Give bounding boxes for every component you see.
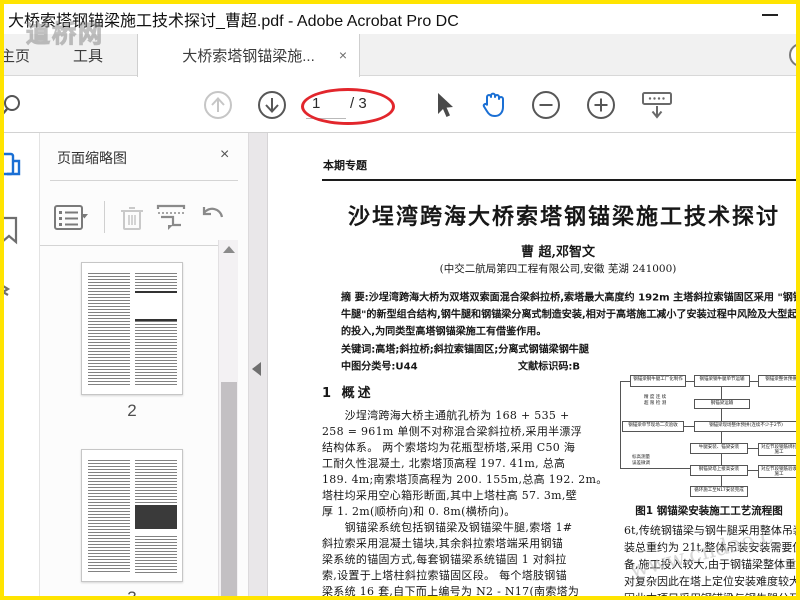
flow-node: 对应节段钢筋绑扎施工 <box>758 443 800 456</box>
clc-number: 中图分类号:U44 <box>341 360 418 373</box>
panel-toolbar <box>40 193 248 245</box>
panel-close-icon[interactable]: × <box>220 146 229 164</box>
flow-node: 钢锚梁运输 <box>694 399 750 409</box>
flow-node: 钢锚梁单节现场二次验收 <box>622 421 684 432</box>
account-icon[interactable] <box>789 43 800 67</box>
abstract-line: 的投入,为同类型高塔钢锚梁施工有借鉴作用。 <box>341 325 547 338</box>
body-line: 沙埕湾跨海大桥主通航孔桥为 168 + 535 + <box>322 409 570 422</box>
document-page[interactable]: 本期专题 沙埕湾跨海大桥索塔钢锚梁施工技术探讨 曹 超,邓智文 (中交二航局第四… <box>268 133 800 600</box>
next-page-icon[interactable] <box>257 90 287 120</box>
scrollbar-thumb[interactable] <box>221 382 237 600</box>
navigation-pane-strip <box>0 133 40 600</box>
thumbnail-page-3-label: 3 <box>127 588 137 600</box>
panel-title: 页面缩略图 <box>57 150 127 166</box>
body-line: 6t,传统钢锚梁与钢牛腿采用整体吊装进行安 <box>624 524 800 537</box>
zoom-out-icon[interactable] <box>531 90 561 120</box>
paper-authors: 曹 超,邓智文 <box>520 245 596 260</box>
thumbnail-page-2-label: 2 <box>127 401 137 420</box>
flow-node: 钢锚梁钢牛腿工厂化制作 <box>630 375 686 387</box>
paper-title: 沙埕湾跨海大桥索塔钢锚梁施工技术探讨 <box>348 204 781 230</box>
figure-1-caption: 图1 钢锚梁安装施工工艺流程图 <box>635 505 783 517</box>
body-line: 工耐久性混凝土, 北索塔顶高程 197. 41m, 总高 <box>322 457 566 470</box>
body-line: 塔柱均采用空心箱形断面,其中上塔柱高 57. 3m,壁 <box>322 489 578 502</box>
collapse-panel-icon[interactable] <box>252 362 261 376</box>
bookmarks-pane-icon[interactable] <box>0 215 22 245</box>
body-line: 梁系统 16 套,自下而上编号为 N2 - N17(南索塔为 <box>322 585 580 598</box>
select-tool-icon[interactable] <box>428 90 458 120</box>
flow-node: 钢锚梁现场整体预拼(连续不少于2节) <box>694 421 798 432</box>
tab-document-label: 大桥索塔钢锚梁施... <box>182 48 315 65</box>
delete-pages-icon[interactable] <box>118 203 146 233</box>
titlebar-watermark: 道桥网 <box>26 21 104 49</box>
flow-node: 钢锚梁钢牛腿单节运输 <box>694 375 750 387</box>
tab-bar: 主页 工具 大桥索塔钢锚梁施... × <box>0 34 800 77</box>
column-topic: 本期专题 <box>323 159 367 172</box>
abstract-line: 牛腿"的新型组合结构,钢牛腿和钢锚梁分离式制造安装,相对于高塔施工减小了安装过程… <box>341 308 800 321</box>
body-line: 因此本项目采用钢锚梁与钢牛腿分开制作、运 <box>624 592 800 600</box>
previous-page-icon[interactable] <box>203 90 233 120</box>
section-1-heading: 1 概述 <box>322 386 374 401</box>
body-line: 结构体系。 两个索塔均为花瓶型桥塔,采用 C50 海 <box>322 441 576 454</box>
figure-1-flowchart: 钢锚梁钢牛腿工厂化制作 钢锚梁钢牛腿单节运输 钢锚梁整体预拼 精 度 连 续 超… <box>618 373 800 499</box>
extract-pages-icon[interactable] <box>155 203 187 233</box>
body-line: 厚 1. 2m(顺桥向)和 0. 8m(横桥向)。 <box>322 505 516 518</box>
flow-node: 钢锚梁整体预拼 <box>758 375 800 387</box>
minimize-button[interactable] <box>762 14 778 16</box>
thumbnails-scrollbar[interactable] <box>218 240 238 600</box>
title-bar: 大桥索塔钢锚梁施工技术探讨_曹超.pdf - Adobe Acrobat Pro… <box>0 0 800 34</box>
zoom-in-icon[interactable] <box>586 90 616 120</box>
hand-tool-icon[interactable] <box>478 90 508 120</box>
header-rule <box>322 179 800 181</box>
body-line: 钢锚梁系统包括钢锚梁及钢锚梁牛腿,索塔 1# <box>322 521 573 534</box>
body-line: 斜拉索采用混凝土锚块,其余斜拉索塔端采用钢锚 <box>322 537 564 550</box>
thumbnail-options-icon[interactable] <box>54 205 94 231</box>
tab-close-icon[interactable]: × <box>339 47 347 63</box>
rotate-pages-icon[interactable] <box>198 203 228 233</box>
flow-side-label: 标高测量 误差微调 <box>632 455 650 466</box>
keywords-line: 关键词:高塔;斜拉桥;斜拉索锚固区;分离式钢锚梁钢牛腿 <box>341 343 589 356</box>
scrollbar-up-icon[interactable] <box>223 246 235 253</box>
body-line: 梁系统的锚固方式,每套钢锚梁系统锚固 1 对斜拉 <box>322 553 567 566</box>
page-thumbnails-panel: 页面缩略图 × 2 3 <box>40 133 248 600</box>
flow-node: 循环施工至N17安装完成 <box>690 486 748 497</box>
doc-code: 文献标识码:B <box>518 360 581 373</box>
flow-node: 牛腿安装、锚梁安装 <box>690 443 748 454</box>
body-line: 258 = 961m 单侧不对称混合梁斜拉桥,采用半漂浮 <box>322 425 583 438</box>
thumbnail-page-2[interactable] <box>81 262 183 395</box>
page-thumbnails-pane-icon[interactable] <box>0 151 24 181</box>
body-line: 索,设置于上塔柱斜拉索锚固区段。 每个塔肢钢锚 <box>322 569 567 582</box>
paper-affiliation: (中交二航局第四工程有限公司,安徽 芜湖 241000) <box>439 263 677 275</box>
body-line: 189. 4m;南索塔顶高程为 200. 155m,总高 192. 2m。 <box>322 473 608 486</box>
flow-side-label: 精 度 连 续 超 限 检 测 <box>644 395 667 406</box>
flow-node: 对应节段钢筋验收施工 <box>758 465 800 478</box>
search-icon[interactable] <box>0 93 30 123</box>
abstract-line: 摘 要:沙埕湾跨海大桥为双塔双索面混合梁斜拉桥,索塔最大高度约 192m 主塔斜… <box>341 291 800 304</box>
fit-width-icon[interactable] <box>640 90 672 120</box>
attachments-pane-icon[interactable] <box>0 277 20 303</box>
flow-node: 钢锚梁塔上接高安装 <box>690 465 748 476</box>
main-toolbar: 1 / 3 <box>0 77 800 133</box>
thumbnail-page-3[interactable] <box>81 449 183 582</box>
red-ellipse-annotation <box>301 88 395 125</box>
tab-document[interactable]: 大桥索塔钢锚梁施... × <box>137 34 360 77</box>
acrobat-window: 大桥索塔钢锚梁施工技术探讨_曹超.pdf - Adobe Acrobat Pro… <box>0 0 800 600</box>
